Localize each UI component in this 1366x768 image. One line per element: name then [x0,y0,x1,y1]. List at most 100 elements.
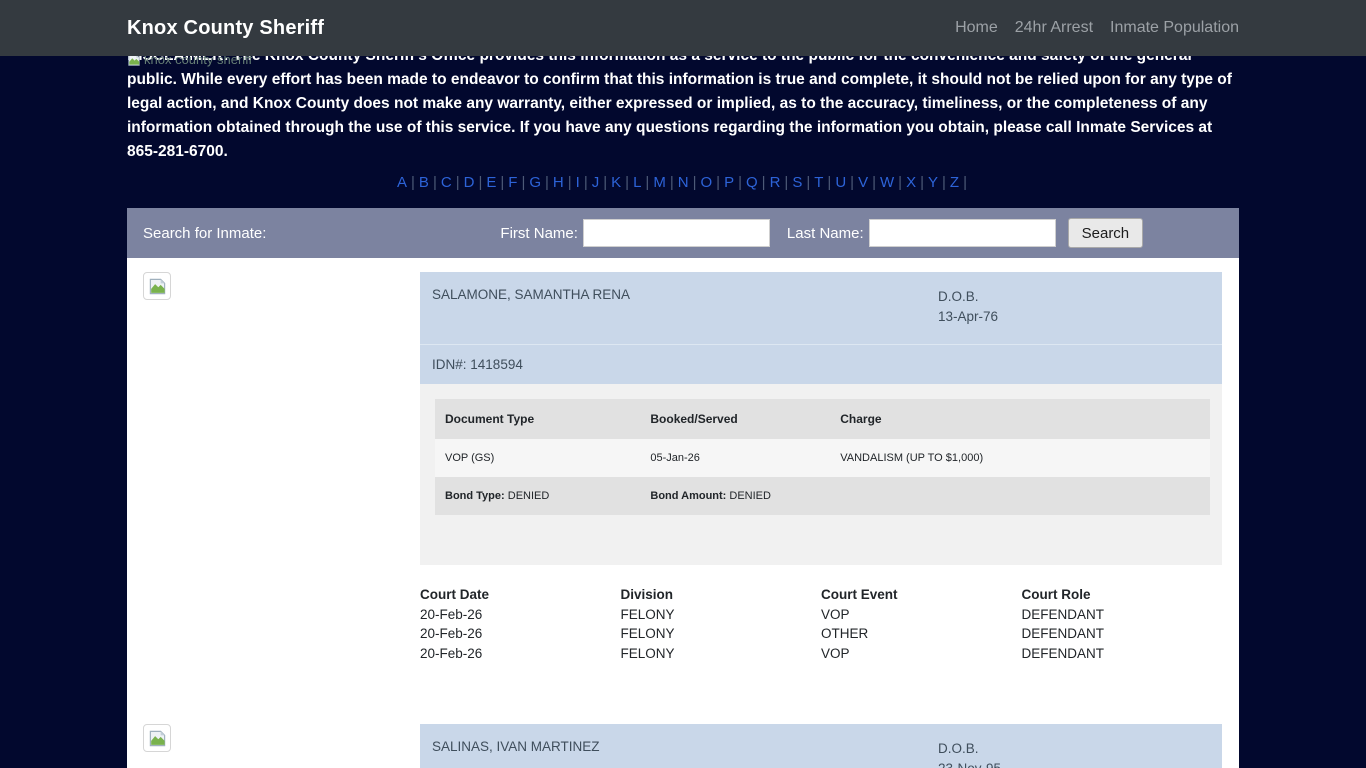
inmate-results-list: SALAMONE, SAMANTHA RENA D.O.B. 13-Apr-76… [127,258,1239,768]
alphabet-link-u[interactable]: U [834,174,847,191]
inmate-card-header: SALAMONE, SAMANTHA RENA D.O.B. 13-Apr-76 [420,272,1222,344]
alphabet-link-v[interactable]: V [857,174,869,191]
court-role: DEFENDANT [1022,644,1223,664]
documents-section: Document Type Booked/Served Charge VOP (… [420,384,1222,565]
alphabet-separator: | [898,174,902,191]
inmate-search-bar: Search for Inmate: First Name: Last Name… [127,208,1239,258]
bond-amount-label: Bond Amount: [650,490,726,502]
alphabet-link-o[interactable]: O [699,174,713,191]
brand-title[interactable]: Knox County Sheriff [127,17,324,40]
document-type-value: VOP (GS) [435,439,640,477]
first-name-label: First Name: [500,225,578,242]
alphabet-separator: | [411,174,415,191]
bond-row: Bond Type: DENIED Bond Amount: DENIED [435,477,1210,515]
court-date: 20-Feb-26 [420,644,621,664]
nav-links: Home 24hr Arrest Inmate Population [955,19,1239,37]
court-header-row: Court Date Division Court Event Court Ro… [420,585,1222,605]
bond-type-label: Bond Type: [445,490,505,502]
alphabet-link-m[interactable]: M [652,174,667,191]
alphabet-separator: | [568,174,572,191]
idn-value: 1418594 [470,357,523,372]
division: FELONY [621,605,822,625]
alphabet-link-c[interactable]: C [440,174,453,191]
search-section-title: Search for Inmate: [143,225,266,242]
inmate-card-header: SALINAS, IVAN MARTINEZ D.O.B. 23-Nov-95 [420,724,1222,768]
alphabet-link-j[interactable]: J [591,174,601,191]
bond-amount-value: DENIED [729,490,771,502]
alphabet-link-n[interactable]: N [677,174,690,191]
court-event: OTHER [821,624,1022,644]
inmate-name: SALINAS, IVAN MARTINEZ [432,739,938,768]
search-button[interactable]: Search [1068,218,1144,248]
alphabet-link-d[interactable]: D [463,174,476,191]
alphabet-link-s[interactable]: S [791,174,803,191]
division: FELONY [621,644,822,664]
alphabet-link-r[interactable]: R [769,174,782,191]
alphabet-link-e[interactable]: E [485,174,497,191]
alphabet-separator: | [584,174,588,191]
court-date: 20-Feb-26 [420,624,621,644]
alphabet-separator: | [603,174,607,191]
alphabet-separator: | [762,174,766,191]
alphabet-link-y[interactable]: Y [927,174,939,191]
last-name-input[interactable] [869,219,1056,247]
charge-value: VANDALISM (UP TO $1,000) [830,439,1210,477]
bond-empty-cell [830,477,1210,515]
mugshot-broken-image [143,724,171,752]
disclaimer-section: knox county sheriff DISCLAIMER: The Knox… [127,44,1239,164]
documents-header-row: Document Type Booked/Served Charge [435,399,1210,439]
broken-image-icon [148,729,167,748]
alphabet-separator: | [645,174,649,191]
alphabet-separator: | [872,174,876,191]
alphabet-separator: | [478,174,482,191]
bond-type-value: DENIED [508,490,550,502]
alphabet-link-g[interactable]: G [528,174,542,191]
col-court-role: Court Role [1022,585,1223,605]
alphabet-link-q[interactable]: Q [745,174,759,191]
first-name-input[interactable] [583,219,770,247]
alphabet-link-k[interactable]: K [610,174,622,191]
court-row: 20-Feb-26 FELONY VOP DEFENDANT [420,605,1222,625]
alphabet-separator: | [670,174,674,191]
alphabet-link-b[interactable]: B [418,174,430,191]
mugshot-broken-image [143,272,171,300]
alphabet-link-l[interactable]: L [632,174,642,191]
col-charge: Charge [830,399,1210,439]
inmate-record: SALAMONE, SAMANTHA RENA D.O.B. 13-Apr-76… [127,272,1239,565]
nav-link-inmate-population[interactable]: Inmate Population [1110,19,1239,37]
broken-image-icon [148,277,167,296]
top-navbar: Knox County Sheriff Home 24hr Arrest Inm… [0,0,1366,56]
alphabet-separator: | [500,174,504,191]
idn-label: IDN#: [432,357,467,372]
court-row: 20-Feb-26 FELONY VOP DEFENDANT [420,644,1222,664]
court-role: DEFENDANT [1022,605,1223,625]
nav-link-home[interactable]: Home [955,19,998,37]
alphabet-separator: | [738,174,742,191]
alphabet-separator: | [850,174,854,191]
alphabet-link-a[interactable]: A [396,174,408,191]
col-booked-served: Booked/Served [640,399,830,439]
alphabet-link-z[interactable]: Z [949,174,960,191]
nav-link-24hr-arrest[interactable]: 24hr Arrest [1015,19,1093,37]
alphabet-separator: | [716,174,720,191]
alphabet-separator: | [784,174,788,191]
alphabet-link-t[interactable]: T [813,174,824,191]
alphabet-link-p[interactable]: P [723,174,735,191]
alphabet-index: A|B|C|D|E|F|G|H|I|J|K|L|M|N|O|P|Q|R|S|T|… [127,173,1239,193]
last-name-label: Last Name: [787,225,864,242]
alphabet-separator: | [521,174,525,191]
alphabet-separator: | [920,174,924,191]
alphabet-separator: | [827,174,831,191]
bond-amount-cell: Bond Amount: DENIED [640,477,830,515]
dob-value: 13-Apr-76 [938,307,1210,327]
alphabet-link-f[interactable]: F [507,174,518,191]
documents-table: Document Type Booked/Served Charge VOP (… [435,399,1210,515]
alphabet-link-x[interactable]: X [905,174,917,191]
alphabet-link-h[interactable]: H [552,174,565,191]
col-division: Division [621,585,822,605]
dob-label: D.O.B. [938,287,1210,307]
booked-served-value: 05-Jan-26 [640,439,830,477]
alphabet-link-i[interactable]: I [575,174,581,191]
division: FELONY [621,624,822,644]
alphabet-link-w[interactable]: W [879,174,895,191]
